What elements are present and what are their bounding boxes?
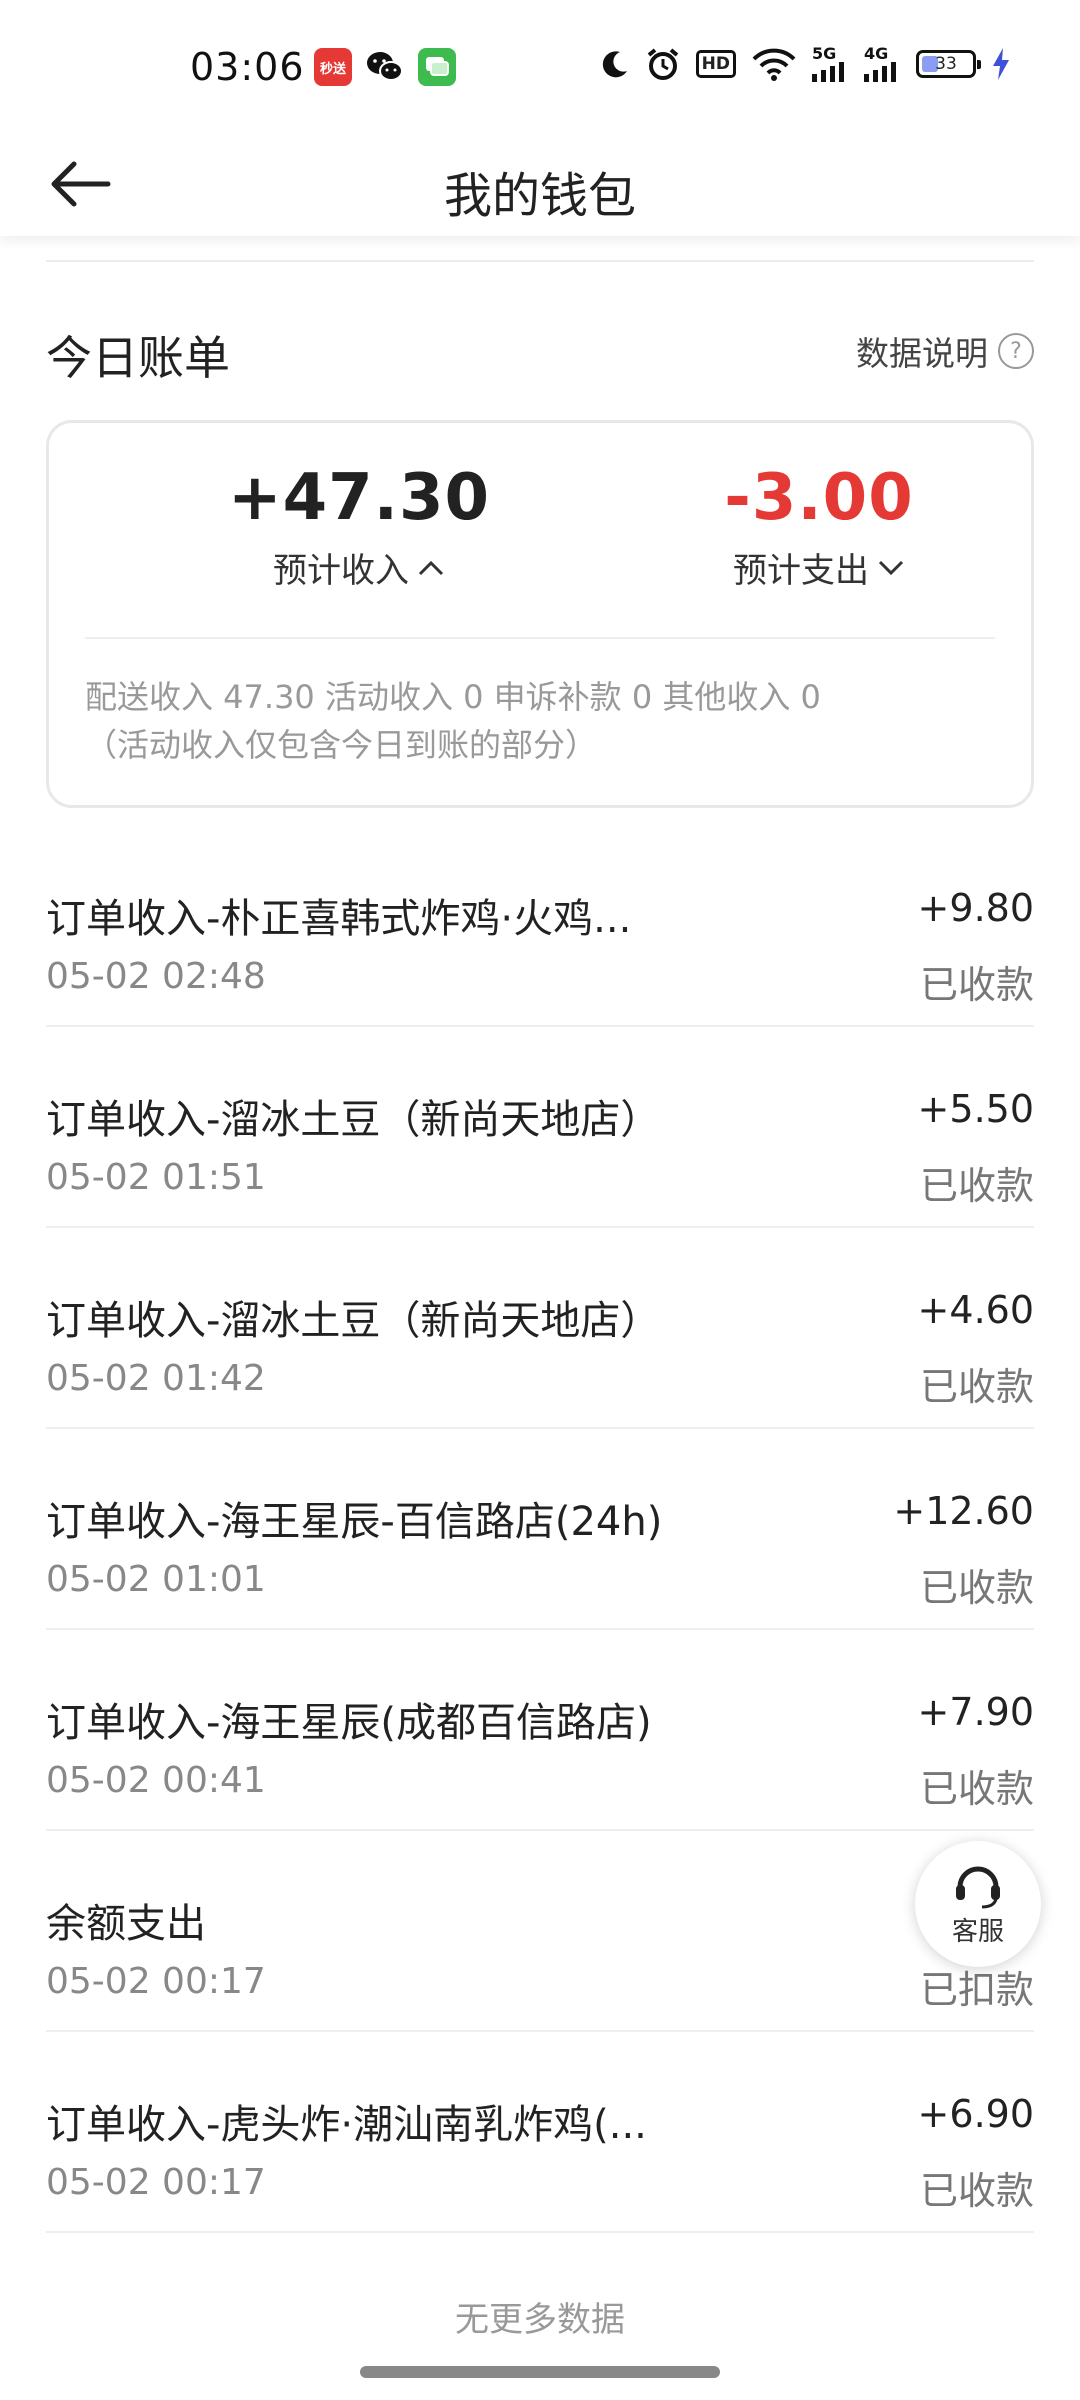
transaction-row[interactable]: 订单收入-海王星辰(成都百信路店) 05-02 00:41 +7.90 已收款 — [46, 1630, 1034, 1831]
headset-icon — [956, 1866, 1000, 1908]
transaction-title: 订单收入-海王星辰(成都百信路店) — [46, 1700, 652, 1746]
income-summary[interactable]: +47.30 预计收入 — [159, 461, 559, 592]
transaction-row[interactable]: 订单收入-朴正喜韩式炸鸡·火鸡... 05-02 02:48 +9.80 已收款 — [46, 826, 1034, 1027]
wechat-icon — [366, 48, 404, 86]
page-title: 我的钱包 — [443, 168, 636, 224]
miaosong-app-icon: 秒送 — [314, 48, 352, 86]
transaction-title: 订单收入-溜冰土豆（新尚天地店） — [46, 1097, 661, 1143]
data-explain-link[interactable]: 数据说明 ? — [856, 327, 1034, 375]
expense-label: 预计支出 — [733, 551, 869, 591]
breakdown-line: 配送收入 47.30 活动收入 0 申诉补款 0 其他收入 0 — [85, 678, 821, 716]
card-divider — [85, 637, 995, 639]
transaction-status: 已收款 — [919, 1566, 1034, 1610]
data-explain-label: 数据说明 — [856, 334, 988, 373]
transaction-row[interactable]: 订单收入-虎头炸·潮汕南乳炸鸡(... 05-02 00:17 +6.90 已收… — [46, 2032, 1034, 2233]
income-amount: +47.30 — [227, 461, 491, 535]
message-app-icon — [418, 48, 456, 86]
status-time: 03:06 — [190, 45, 305, 89]
status-bar: 03:06 秒送 HD 5G 4G 33 — [0, 0, 1080, 130]
transaction-status: 已收款 — [919, 2169, 1034, 2213]
transaction-amount: +7.90 — [917, 1690, 1034, 1734]
wifi-icon — [752, 47, 796, 81]
transaction-row[interactable]: 余额支出 05-02 00:17 已扣款 — [46, 1831, 1034, 2032]
home-indicator[interactable] — [360, 2366, 720, 2378]
expense-summary[interactable]: -3.00 预计支出 — [619, 461, 1019, 592]
app-badge-text: 秒送 — [319, 61, 346, 77]
transaction-time: 05-02 01:01 — [46, 1559, 266, 1600]
signal-4g-icon: 4G — [864, 46, 900, 82]
transaction-row[interactable]: 订单收入-海王星辰-百信路店(24h) 05-02 01:01 +12.60 已… — [46, 1429, 1034, 1630]
transaction-status: 已收款 — [919, 963, 1034, 1007]
transaction-amount: +9.80 — [917, 886, 1034, 930]
signal-5g-icon: 5G — [812, 46, 848, 82]
question-mark-icon: ? — [998, 333, 1034, 369]
wallet-page: 03:06 秒送 HD 5G 4G 33 我的钱包 今日账单 数据说明 ? +4… — [0, 0, 1080, 2400]
status-icons: HD 5G 4G 33 — [600, 46, 1010, 82]
transaction-status: 已收款 — [919, 1767, 1034, 1811]
chevron-up-icon — [418, 560, 444, 575]
customer-service-label: 客服 — [951, 1916, 1004, 1947]
transaction-status: 已收款 — [919, 1365, 1034, 1409]
no-more-data-text: 无更多数据 — [455, 2300, 625, 2340]
today-summary-card: +47.30 预计收入 -3.00 预计支出 配送收入 47.30 活动收入 0… — [46, 420, 1034, 808]
do-not-disturb-moon-icon — [600, 49, 630, 79]
income-label: 预计收入 — [273, 551, 409, 591]
transaction-time: 05-02 01:42 — [46, 1358, 266, 1399]
transaction-amount: +5.50 — [917, 1087, 1034, 1131]
alarm-clock-icon — [646, 47, 680, 81]
transaction-time: 05-02 02:48 — [46, 956, 266, 997]
battery-icon: 33 — [916, 50, 981, 78]
section-divider — [46, 260, 1034, 262]
transaction-time: 05-02 00:17 — [46, 2162, 266, 2203]
hd-voice-icon: HD — [695, 50, 736, 78]
transaction-title: 订单收入-海王星辰-百信路店(24h) — [46, 1499, 663, 1545]
expense-amount: -3.00 — [724, 461, 914, 535]
chevron-down-icon — [878, 560, 904, 575]
transaction-list: 订单收入-朴正喜韩式炸鸡·火鸡... 05-02 02:48 +9.80 已收款… — [46, 826, 1034, 2233]
transaction-amount: +4.60 — [917, 1288, 1034, 1332]
transaction-time: 05-02 01:51 — [46, 1157, 266, 1198]
transaction-title: 订单收入-溜冰土豆（新尚天地店） — [46, 1298, 661, 1344]
transaction-amount: +6.90 — [917, 2092, 1034, 2136]
transaction-row[interactable]: 订单收入-溜冰土豆（新尚天地店） 05-02 01:51 +5.50 已收款 — [46, 1027, 1034, 1228]
transaction-status: 已收款 — [919, 1164, 1034, 1208]
transaction-amount: +12.60 — [893, 1489, 1034, 1533]
transaction-row[interactable]: 订单收入-溜冰土豆（新尚天地店） 05-02 01:42 +4.60 已收款 — [46, 1228, 1034, 1429]
transaction-title: 订单收入-朴正喜韩式炸鸡·火鸡... — [46, 896, 632, 942]
breakdown-note: （活动收入仅包含今日到账的部分） — [85, 726, 598, 764]
transaction-status: 已扣款 — [919, 1968, 1034, 2012]
transaction-title: 余额支出 — [46, 1901, 206, 1947]
transaction-time: 05-02 00:41 — [46, 1760, 266, 1801]
transaction-title: 订单收入-虎头炸·潮汕南乳炸鸡(... — [46, 2102, 647, 2148]
charging-bolt-icon — [992, 48, 1010, 80]
customer-service-button[interactable]: 客服 — [915, 1841, 1041, 1967]
top-nav-bar: 我的钱包 — [0, 130, 1080, 236]
transaction-time: 05-02 00:17 — [46, 1961, 266, 2002]
today-bill-title: 今日账单 — [46, 331, 230, 385]
income-breakdown: 配送收入 47.30 活动收入 0 申诉补款 0 其他收入 0 （活动收入仅包含… — [85, 673, 821, 769]
